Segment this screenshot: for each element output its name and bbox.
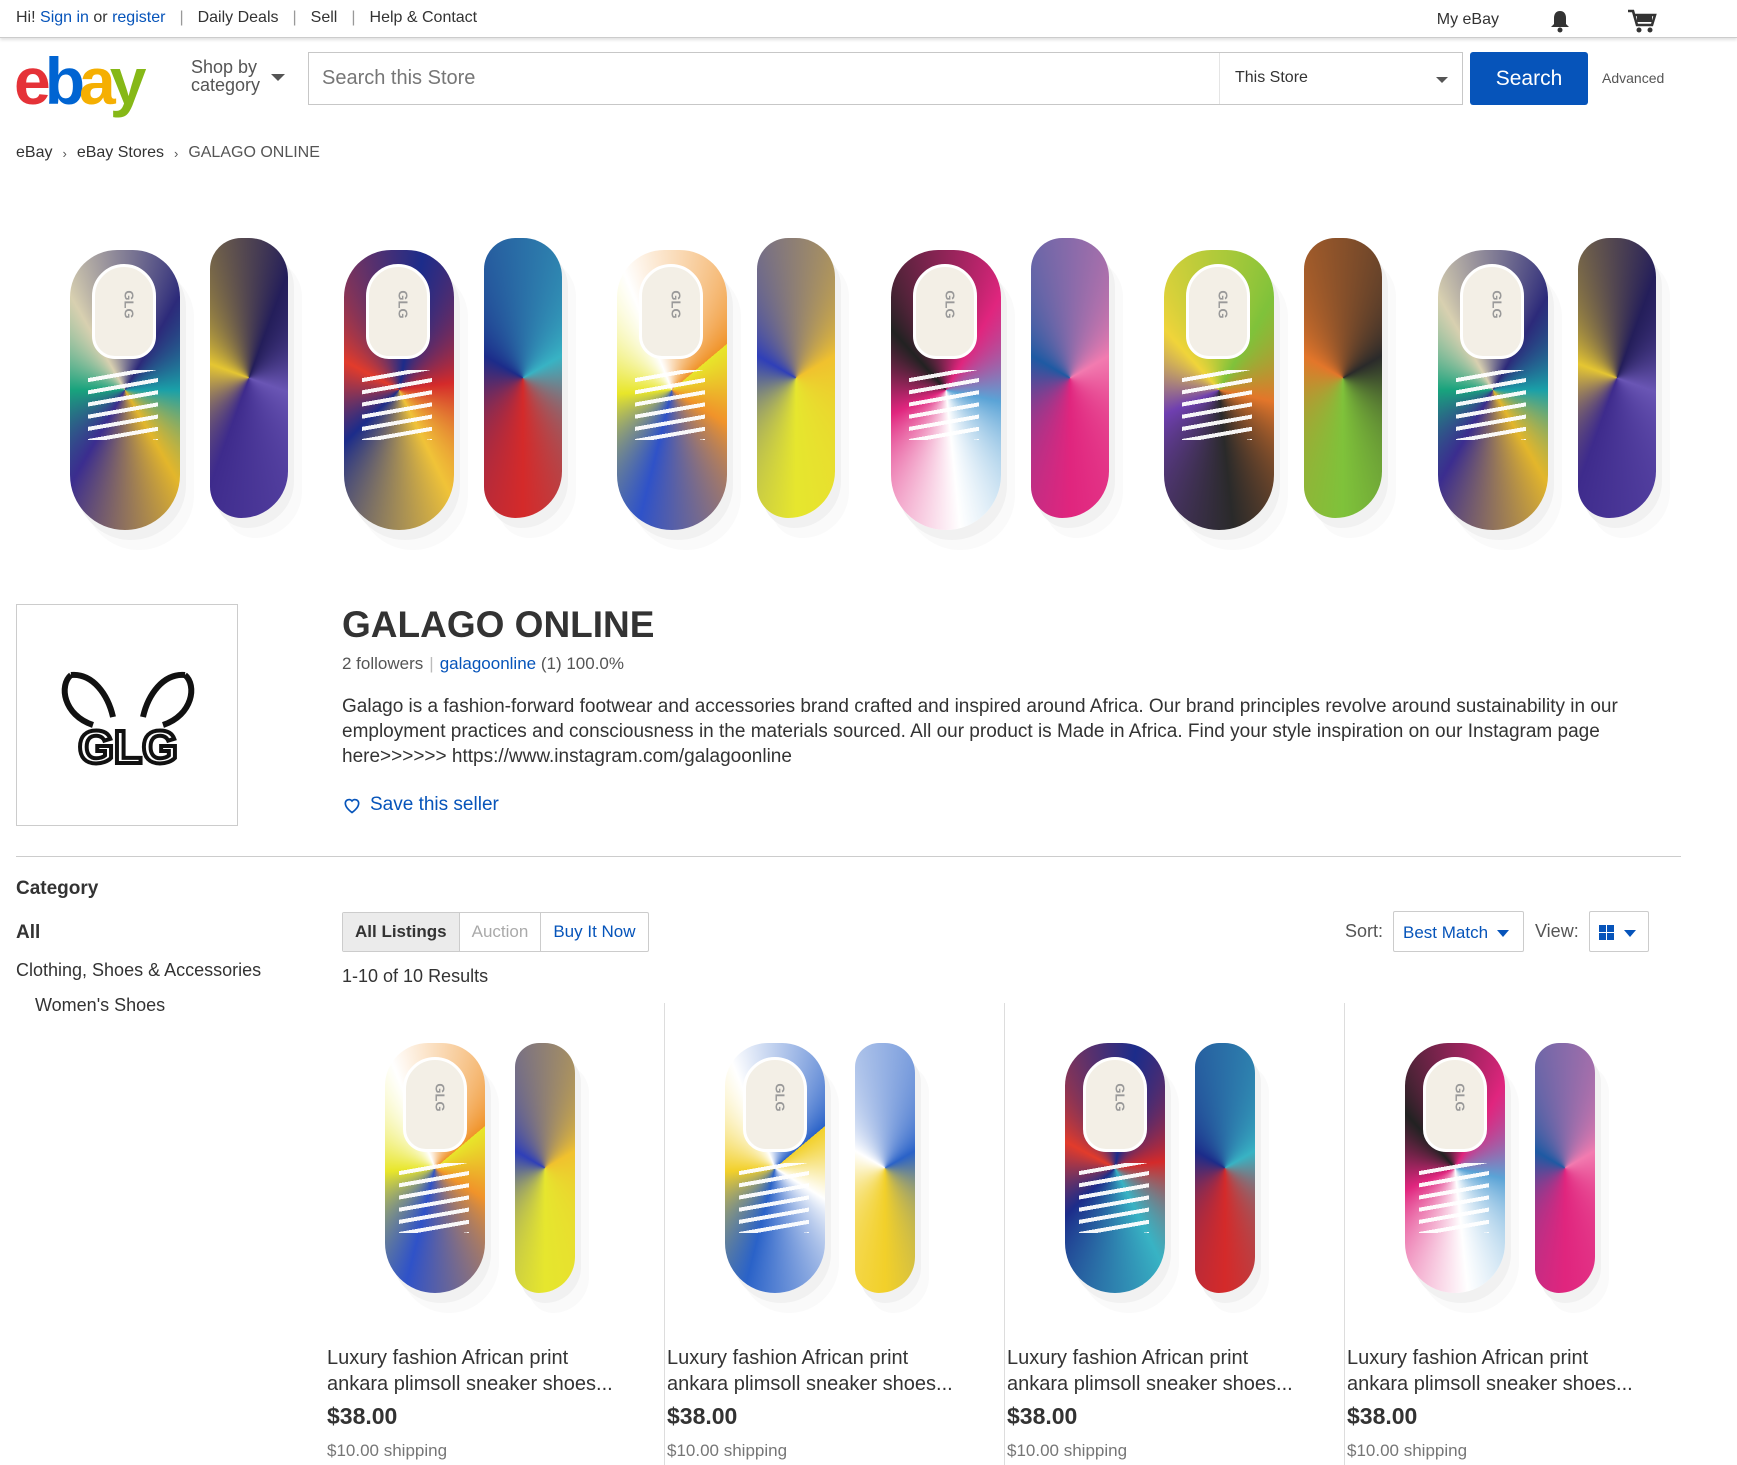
- seller-id-link[interactable]: galagoonline: [440, 654, 536, 674]
- product-card[interactable]: GLG Luxury fashion African print ankara p…: [325, 1003, 665, 1465]
- product-card[interactable]: GLG Luxury fashion African print ankara p…: [665, 1003, 1005, 1465]
- view-dropdown[interactable]: [1589, 911, 1649, 952]
- divider: |: [429, 654, 434, 673]
- chevron-down-icon: [1624, 930, 1636, 937]
- product-image[interactable]: GLG: [685, 1023, 985, 1323]
- chevron-down-icon: [1436, 77, 1448, 83]
- product-title[interactable]: Luxury fashion African print ankara plims…: [1347, 1345, 1677, 1397]
- store-logo: GLG: [16, 604, 238, 826]
- listing-type-tabs: All Listings Auction Buy It Now: [342, 912, 649, 952]
- section-divider: [16, 856, 1681, 857]
- divider: |: [292, 9, 297, 26]
- svg-text:GLG: GLG: [78, 721, 178, 773]
- category-sidebar: Category All Clothing, Shoes & Accessori…: [16, 878, 296, 1016]
- help-contact-link[interactable]: Help & Contact: [370, 9, 478, 27]
- sign-in-link[interactable]: Sign in: [40, 9, 89, 27]
- or-text: or: [93, 9, 108, 26]
- advanced-search-link[interactable]: Advanced: [1602, 70, 1664, 86]
- notification-bell-icon[interactable]: [1549, 9, 1571, 33]
- search-scope-select[interactable]: This Store: [1219, 53, 1462, 104]
- chevron-down-icon[interactable]: [271, 74, 285, 81]
- heart-icon: [344, 798, 360, 814]
- tab-all-listings[interactable]: All Listings: [343, 913, 460, 951]
- tab-auction[interactable]: Auction: [460, 913, 542, 951]
- chevron-right-icon: ›: [173, 145, 179, 161]
- results-count: 1-10 of 10 Results: [342, 966, 489, 986]
- product-card[interactable]: GLG Luxury fashion African print ankara p…: [1345, 1003, 1685, 1465]
- product-price: $38.00: [327, 1403, 398, 1429]
- search-input[interactable]: [309, 53, 1219, 104]
- product-title[interactable]: Luxury fashion African print ankara plims…: [1007, 1345, 1337, 1397]
- category-womens-shoes[interactable]: Women's Shoes: [35, 995, 296, 1016]
- banner-shoe-pair: GLG: [881, 238, 1133, 558]
- product-shipping: $10.00 shipping: [327, 1441, 448, 1460]
- save-seller-label: Save this seller: [370, 794, 499, 815]
- shop-by-category-button[interactable]: Shop by category: [191, 58, 260, 94]
- followers-count: 2 followers: [342, 654, 424, 673]
- product-grid: GLG Luxury fashion African print ankara p…: [325, 1003, 1685, 1465]
- sort-dropdown[interactable]: Best Match: [1393, 911, 1524, 952]
- store-meta: 2 followers | galagoonline (1) 100.0%: [342, 654, 624, 674]
- store-banner-image: GLG GLG GLG GLG GLG GLG: [60, 238, 1680, 568]
- galago-logo-icon: GLG: [61, 671, 195, 775]
- product-image[interactable]: GLG: [1365, 1023, 1665, 1323]
- category-clothing-shoes[interactable]: Clothing, Shoes & Accessories: [16, 960, 296, 981]
- banner-shoe-pair: GLG: [60, 238, 312, 558]
- breadcrumb-ebay[interactable]: eBay: [16, 144, 52, 162]
- product-shipping: $10.00 shipping: [1347, 1441, 1468, 1460]
- product-price: $38.00: [667, 1403, 738, 1429]
- search-bar: This Store: [308, 52, 1463, 105]
- greeting-text: Hi!: [16, 9, 36, 26]
- breadcrumb: eBay › eBay Stores › GALAGO ONLINE: [16, 144, 320, 162]
- chevron-down-icon: [1497, 930, 1509, 937]
- topbar-left: Hi! Sign in or register | Daily Deals | …: [16, 9, 477, 27]
- banner-shoe-pair: GLG: [1154, 238, 1406, 558]
- banner-shoe-pair: GLG: [1428, 238, 1680, 558]
- tab-buy-it-now[interactable]: Buy It Now: [541, 913, 647, 951]
- banner-shoe-pair: GLG: [607, 238, 859, 558]
- grid-view-icon: [1599, 925, 1614, 940]
- search-scope-value: This Store: [1235, 69, 1308, 86]
- chevron-right-icon: ›: [62, 145, 67, 161]
- category-label: category: [191, 75, 261, 95]
- sort-value: Best Match: [1403, 923, 1489, 942]
- product-shipping: $10.00 shipping: [667, 1441, 788, 1460]
- product-price: $38.00: [1347, 1403, 1418, 1429]
- breadcrumb-current: GALAGO ONLINE: [188, 144, 320, 161]
- view-label: View:: [1535, 921, 1579, 941]
- category-all[interactable]: All: [16, 922, 296, 944]
- breadcrumb-ebay-stores[interactable]: eBay Stores: [77, 144, 164, 162]
- product-title[interactable]: Luxury fashion African print ankara plims…: [667, 1345, 997, 1397]
- product-price: $38.00: [1007, 1403, 1078, 1429]
- ebay-logo[interactable]: ebay: [14, 46, 146, 116]
- my-ebay-link[interactable]: My eBay: [1437, 11, 1499, 29]
- shopping-cart-icon[interactable]: [1627, 8, 1657, 33]
- sort-label: Sort:: [1345, 921, 1384, 941]
- search-button[interactable]: Search: [1470, 52, 1588, 105]
- divider: |: [179, 9, 184, 26]
- product-title[interactable]: Luxury fashion African print ankara plims…: [327, 1345, 657, 1397]
- category-heading: Category: [16, 878, 99, 899]
- shop-by-label: Shop by: [191, 57, 258, 77]
- product-image[interactable]: GLG: [1025, 1023, 1325, 1323]
- banner-shoe-pair: GLG: [334, 238, 586, 558]
- store-name: GALAGO ONLINE: [342, 604, 655, 645]
- feedback-score: (1) 100.0%: [540, 654, 625, 673]
- daily-deals-link[interactable]: Daily Deals: [198, 9, 279, 27]
- topbar-right: My eBay: [1437, 8, 1657, 33]
- product-shipping: $10.00 shipping: [1007, 1441, 1128, 1460]
- divider: |: [351, 9, 356, 26]
- global-header-bar: Hi! Sign in or register | Daily Deals | …: [0, 0, 1737, 38]
- product-image[interactable]: GLG: [345, 1023, 645, 1323]
- register-link[interactable]: register: [112, 9, 165, 27]
- product-card[interactable]: GLG Luxury fashion African print ankara p…: [1005, 1003, 1345, 1465]
- sell-link[interactable]: Sell: [311, 9, 338, 27]
- store-description: Galago is a fashion-forward footwear and…: [342, 696, 1618, 767]
- save-seller-button[interactable]: Save this seller: [342, 794, 499, 816]
- site-header: ebay Shop by category This Store Search …: [0, 46, 1737, 116]
